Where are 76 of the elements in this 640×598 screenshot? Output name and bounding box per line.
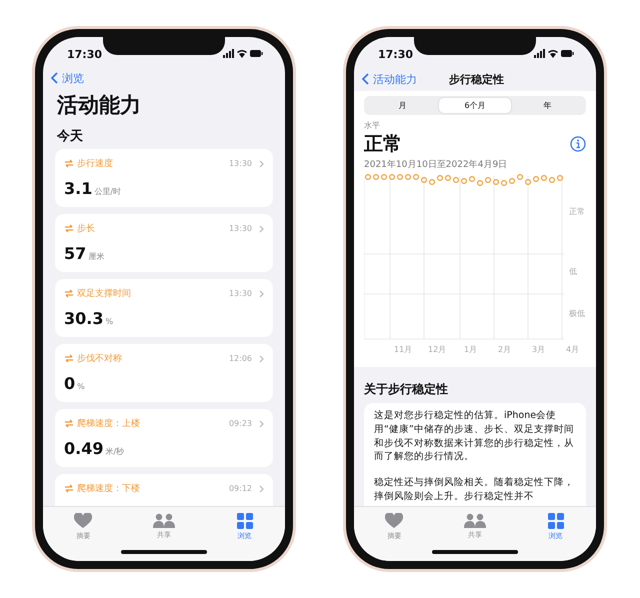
chevron-icon bbox=[259, 224, 264, 232]
segment[interactable]: 月 bbox=[366, 98, 439, 113]
walking-arrows-icon bbox=[64, 484, 74, 493]
walking-arrows-icon bbox=[64, 289, 74, 298]
segment[interactable]: 年 bbox=[511, 98, 584, 113]
x-axis-label: 3月 bbox=[532, 345, 546, 354]
metric-label: 双足支撑时间 bbox=[77, 288, 132, 300]
metric-card[interactable]: 双足支撑时间 13:30 30.3% bbox=[55, 279, 273, 337]
metric-value: 3.1 bbox=[64, 179, 92, 198]
level-caption: 水平 bbox=[364, 120, 381, 131]
metric-unit: 公里/时 bbox=[94, 186, 122, 197]
metric-unit: % bbox=[105, 317, 114, 326]
heart-icon bbox=[74, 513, 92, 529]
section-heading: 今天 bbox=[57, 128, 84, 145]
section-heading: 关于步行稳定性 bbox=[362, 381, 449, 398]
metric-card[interactable]: 爬梯速度：上楼 09:23 0.49 米/秒 bbox=[55, 409, 273, 467]
walking-arrows-icon bbox=[64, 159, 74, 168]
metric-time: 13:30 bbox=[228, 224, 252, 233]
metric-unit: % bbox=[77, 382, 85, 391]
chevron-icon bbox=[259, 160, 264, 168]
status-time: 17:30 bbox=[378, 48, 414, 60]
people-icon bbox=[152, 513, 175, 528]
x-axis-label: 1月 bbox=[464, 345, 478, 354]
nav-title: 步行稳定性 bbox=[449, 72, 504, 86]
info-icon[interactable] bbox=[570, 136, 586, 152]
metric-label: 爬梯速度：下楼 bbox=[77, 482, 141, 495]
metric-card[interactable]: 步伐不对称 12:06 0% bbox=[55, 344, 273, 402]
metric-label: 步长 bbox=[77, 222, 96, 235]
people-icon bbox=[464, 513, 486, 528]
metric-time: 13:30 bbox=[228, 159, 252, 168]
metric-time: 12:06 bbox=[228, 354, 252, 363]
back-chevron-icon bbox=[51, 72, 58, 84]
metric-card[interactable]: 步行速度 13:30 3.1 公里/时 bbox=[55, 149, 273, 207]
back-link[interactable]: 活动能力 bbox=[362, 72, 417, 86]
status-icons bbox=[223, 49, 263, 59]
about-paragraph: 这是对您步行稳定性的估算。iPhone会使用“健康”中储存的步速、步长、双足支撑时间和步伐不对称数据来计算您的步行稳定性，从而了解您的步行情况。 bbox=[374, 409, 575, 464]
y-axis-label: 低 bbox=[569, 267, 577, 276]
walking-arrows-icon bbox=[64, 419, 74, 428]
x-axis-label: 12月 bbox=[428, 345, 446, 354]
page-title: 活动能力 bbox=[57, 92, 142, 119]
metric-value: 0.49 bbox=[64, 439, 104, 458]
chevron-icon bbox=[259, 420, 264, 428]
segment[interactable]: 6个月 bbox=[438, 98, 512, 113]
chevron-icon bbox=[259, 290, 264, 298]
about-paragraph: 稳定性还与摔倒风险相关。随着稳定性下降，摔倒风险则会上升。步行稳定性并不 bbox=[374, 476, 575, 504]
metric-label: 爬梯速度：上楼 bbox=[77, 418, 141, 430]
back-link[interactable]: 浏览 bbox=[51, 70, 84, 86]
status-icons bbox=[534, 49, 574, 59]
y-axis-label: 极低 bbox=[569, 309, 585, 318]
metric-card[interactable]: 爬梯速度：下楼 09:12 bbox=[55, 474, 273, 506]
metric-value: 57 bbox=[64, 244, 86, 263]
walking-arrows-icon bbox=[64, 354, 74, 363]
metric-value: 0 bbox=[64, 374, 76, 393]
metric-value: 30.3 bbox=[64, 309, 104, 328]
metric-time: 09:23 bbox=[228, 419, 252, 428]
metric-card[interactable]: 步长 13:30 57 厘米 bbox=[55, 214, 273, 272]
metric-time: 13:30 bbox=[228, 289, 252, 298]
status-time: 17:30 bbox=[67, 48, 102, 60]
heart-icon bbox=[385, 513, 404, 529]
date-range: 2021年10月10日至2022年4月9日 bbox=[364, 158, 508, 171]
chevron-icon bbox=[259, 484, 264, 492]
grid-icon bbox=[548, 513, 564, 529]
back-chevron-icon bbox=[362, 73, 369, 85]
grid-icon bbox=[236, 513, 253, 529]
metric-unit: 米/秒 bbox=[105, 446, 124, 457]
chevron-icon bbox=[259, 354, 264, 362]
metric-label: 步伐不对称 bbox=[77, 352, 123, 365]
x-axis-label: 2月 bbox=[498, 345, 512, 354]
x-axis-label: 11月 bbox=[394, 345, 412, 354]
x-axis-label: 4月 bbox=[566, 345, 580, 354]
level-value: 正常 bbox=[364, 132, 402, 157]
walking-arrows-icon bbox=[64, 224, 74, 233]
metric-time: 09:12 bbox=[228, 484, 252, 493]
metric-label: 步行速度 bbox=[77, 158, 114, 170]
metric-unit: 厘米 bbox=[88, 251, 104, 262]
y-axis-label: 正常 bbox=[569, 207, 585, 216]
